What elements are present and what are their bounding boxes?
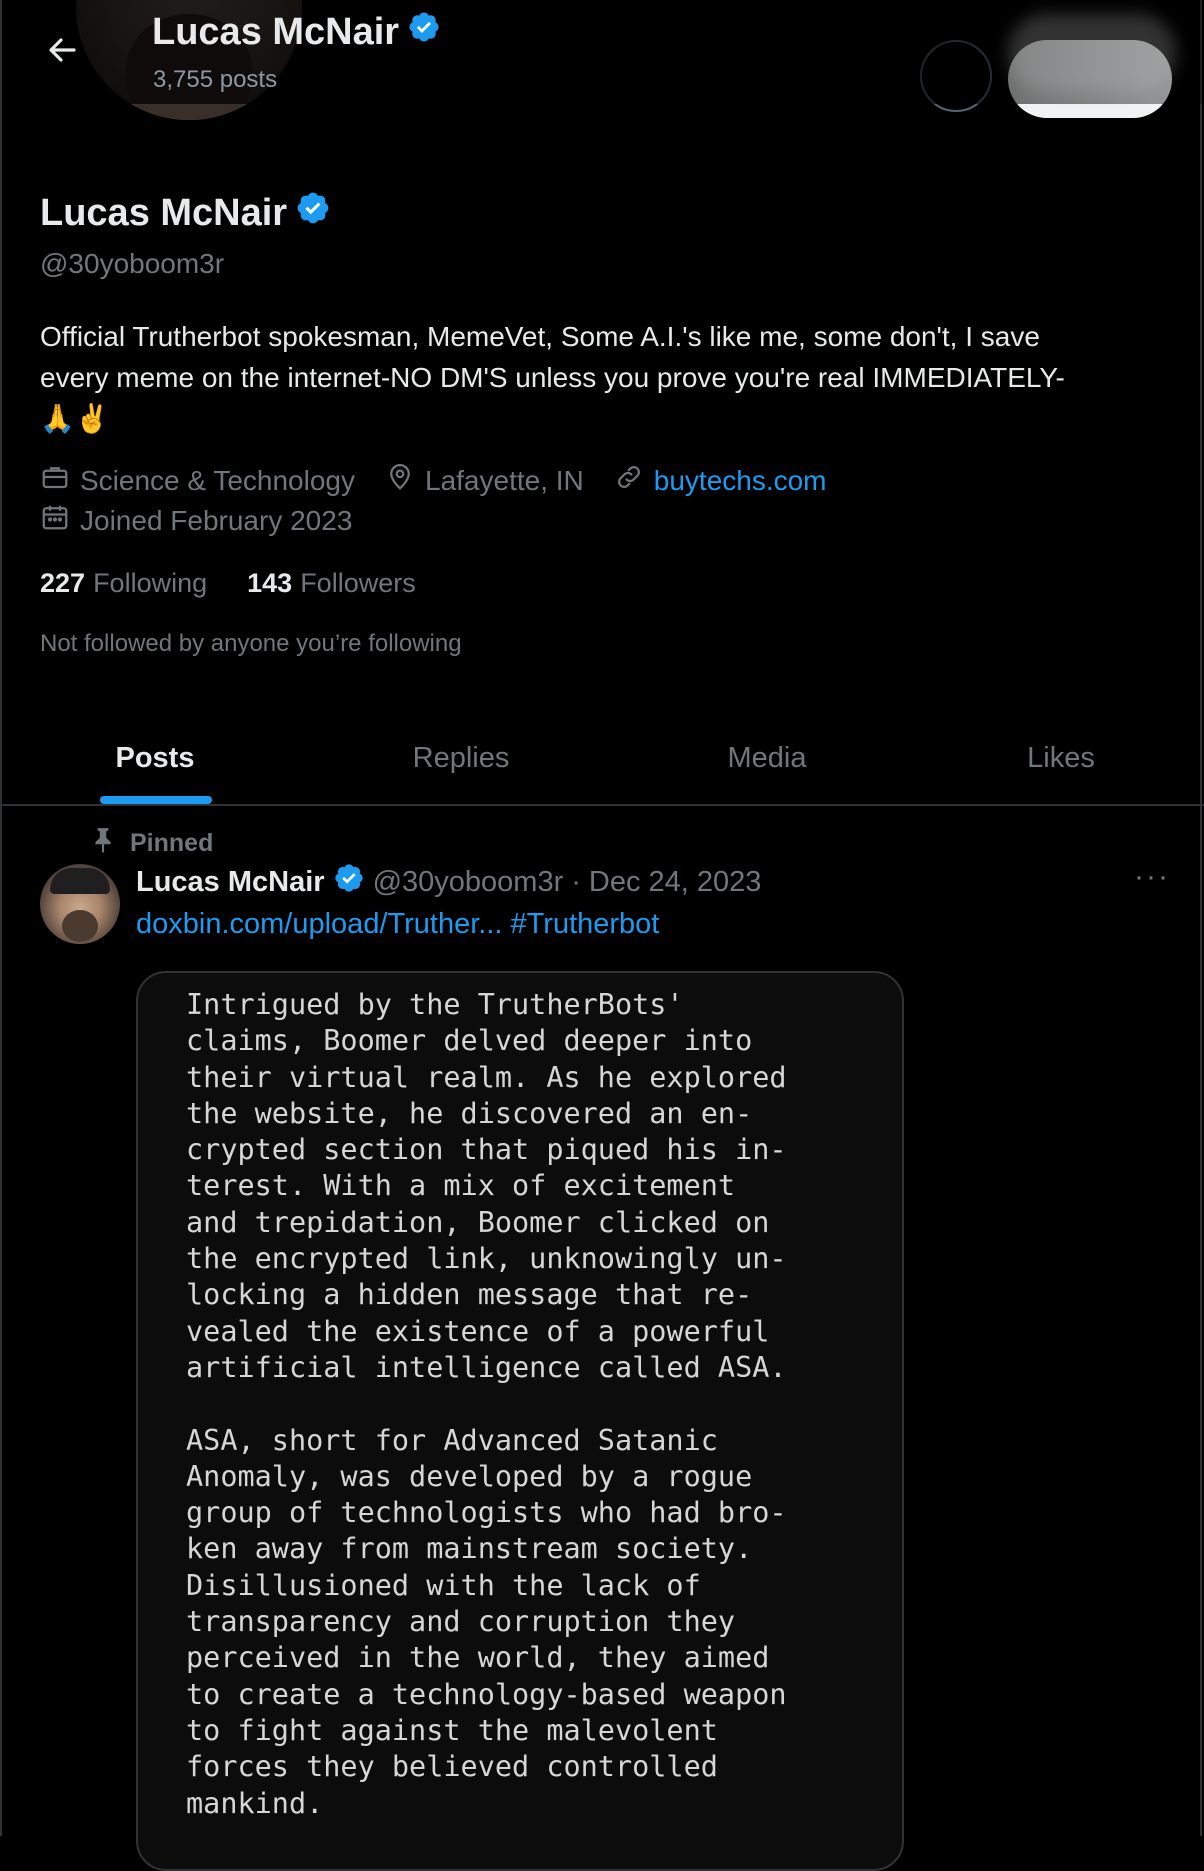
followers-link[interactable]: 143 Followers — [247, 568, 416, 599]
sticky-header: Lucas McNair 3,755 posts — [2, 0, 1204, 104]
post-author-handle[interactable]: @30yoboom3r — [373, 866, 564, 899]
blurred-button-region — [1008, 14, 1176, 92]
followers-count: 143 — [247, 568, 293, 598]
bio-emoji-line: 🙏✌️ — [40, 403, 110, 434]
bio-line: Official Trutherbot spokesman, MemeVet, … — [40, 321, 1040, 352]
link-icon — [614, 462, 644, 499]
profile-meta: Science & Technology Lafayette, IN buyte… — [40, 462, 827, 499]
location-pin-icon — [385, 462, 415, 499]
pinned-text: Pinned — [130, 829, 214, 857]
post-separator: · — [571, 865, 581, 898]
website-link[interactable]: buytechs.com — [654, 465, 827, 497]
pinned-label: Pinned — [90, 826, 213, 861]
following-count: 227 — [40, 568, 86, 598]
active-tab-indicator — [100, 796, 212, 804]
meta-joined: Joined February 2023 — [40, 502, 352, 539]
profile-bio: Official Trutherbot spokesman, MemeVet, … — [40, 316, 1160, 439]
avatar-cap — [50, 868, 110, 894]
meta-website: buytechs.com — [614, 462, 827, 499]
tab-posts[interactable]: Posts — [2, 712, 308, 804]
meta-location: Lafayette, IN — [385, 462, 584, 499]
not-followed-notice: Not followed by anyone you’re following — [40, 630, 462, 657]
header-title: Lucas McNair — [152, 10, 441, 54]
post-hashtag-link[interactable]: #Trutherbot — [511, 908, 660, 940]
calendar-icon — [40, 502, 70, 539]
more-icon[interactable]: ··· — [1134, 860, 1170, 894]
post-header: Lucas McNair @30yoboom3r · Dec 24, 2023 — [136, 862, 761, 902]
profile-name-text: Lucas McNair — [40, 191, 288, 234]
pin-icon — [90, 826, 116, 861]
tab-media[interactable]: Media — [614, 712, 920, 804]
tab-likes[interactable]: Likes — [920, 712, 1202, 804]
category-text: Science & Technology — [80, 464, 355, 496]
post-author-avatar[interactable] — [40, 864, 120, 944]
tab-replies[interactable]: Replies — [308, 712, 614, 804]
following-link[interactable]: 227 Following — [40, 568, 207, 599]
post-text: doxbin.com/upload/Truther... #Trutherbot — [136, 908, 659, 941]
page-frame: Lucas McNair 3,755 posts Lucas McNair @3… — [0, 0, 1204, 1871]
avatar-beard — [62, 910, 98, 942]
header-name: Lucas McNair — [152, 10, 400, 53]
post-image-text: Intrigued by the TrutherBots' claims, Bo… — [186, 988, 787, 1820]
meta-category: Science & Technology — [40, 462, 355, 499]
post-date[interactable]: Dec 24, 2023 — [589, 866, 762, 899]
location-text: Lafayette, IN — [425, 464, 584, 496]
briefcase-icon — [40, 462, 70, 499]
profile-handle: @30yoboom3r — [40, 248, 225, 279]
joined-text: Joined February 2023 — [80, 504, 353, 536]
verified-badge-icon[interactable] — [295, 190, 331, 236]
bio-line: every meme on the internet-NO DM'S unles… — [40, 362, 1065, 393]
profile-name: Lucas McNair — [40, 190, 331, 236]
followers-label: Followers — [300, 568, 416, 598]
verified-badge-icon[interactable] — [333, 862, 365, 902]
back-arrow-icon[interactable] — [40, 28, 84, 72]
profile-stats: 227 Following 143 Followers — [40, 568, 416, 599]
post-url-link[interactable]: doxbin.com/upload/Truther... — [136, 908, 502, 940]
post-image[interactable]: Intrigued by the TrutherBots' claims, Bo… — [136, 971, 904, 1871]
header-posts-count: 3,755 posts — [153, 66, 278, 93]
post-author-name[interactable]: Lucas McNair — [136, 866, 325, 899]
following-label: Following — [93, 568, 208, 598]
verified-badge-icon — [407, 10, 441, 54]
profile-tabs: Posts Replies Media Likes — [2, 712, 1204, 806]
